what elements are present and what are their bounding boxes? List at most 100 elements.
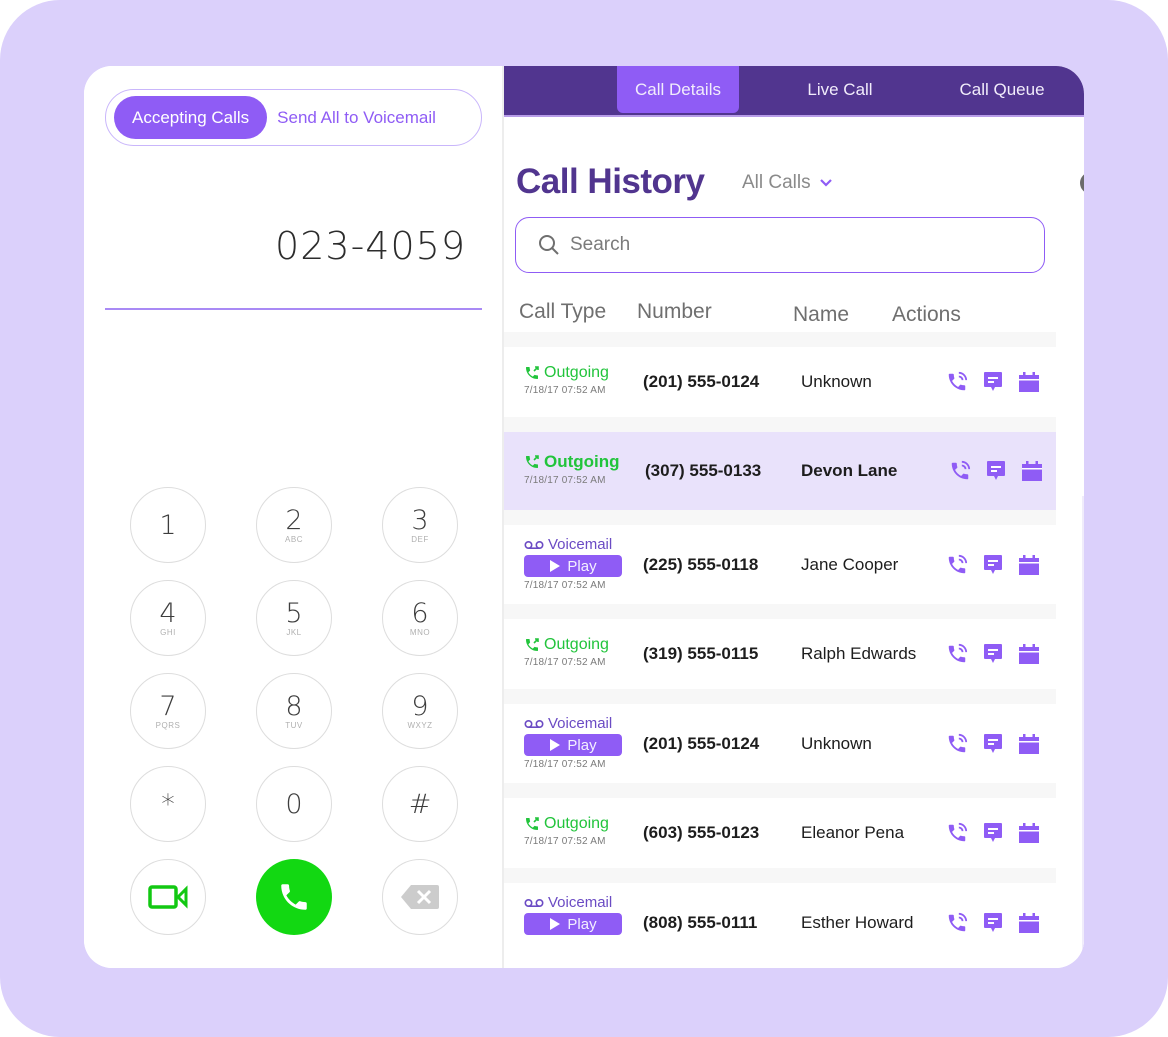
key-7[interactable]: 7 PQRS bbox=[130, 673, 206, 749]
key-5[interactable]: 5 JKL bbox=[256, 580, 332, 656]
play-voicemail-button[interactable]: Play bbox=[524, 913, 622, 935]
key-9[interactable]: 9 WXYZ bbox=[382, 673, 458, 749]
scrollbar[interactable] bbox=[1082, 496, 1084, 966]
schedule-button[interactable] bbox=[1018, 554, 1040, 576]
call-filter-dropdown[interactable]: All Calls bbox=[742, 172, 833, 194]
call-number[interactable]: (201) 555-0124 bbox=[643, 372, 759, 392]
row-separator bbox=[504, 689, 1056, 704]
calendar-icon bbox=[1019, 644, 1039, 664]
key-2[interactable]: 2 ABC bbox=[256, 487, 332, 563]
row-actions bbox=[946, 554, 1040, 576]
call-back-button[interactable] bbox=[946, 554, 968, 576]
call-type-text: Voicemail bbox=[548, 715, 613, 732]
call-back-button[interactable] bbox=[946, 733, 968, 755]
key-4[interactable]: 4 GHI bbox=[130, 580, 206, 656]
call-back-button[interactable] bbox=[946, 822, 968, 844]
call-timestamp: 7/18/17 07:52 AM bbox=[524, 475, 606, 486]
key-0[interactable]: 0 bbox=[256, 766, 332, 842]
key-8[interactable]: 8 TUV bbox=[256, 673, 332, 749]
dialer-panel: Accepting Calls Send All to Voicemail 02… bbox=[84, 66, 504, 968]
schedule-button[interactable] bbox=[1018, 371, 1040, 393]
schedule-button[interactable] bbox=[1018, 912, 1040, 934]
call-number[interactable]: (225) 555-0118 bbox=[643, 555, 758, 575]
avatar[interactable] bbox=[1080, 172, 1084, 194]
call-row[interactable]: Outgoing 7/18/17 07:52 AM (319) 555-0115 … bbox=[504, 619, 1056, 689]
message-button[interactable] bbox=[982, 643, 1004, 665]
outgoing-label: Outgoing bbox=[524, 364, 609, 382]
call-row[interactable]: Outgoing 7/18/17 07:52 AM (603) 555-0123 … bbox=[504, 798, 1056, 868]
message-button[interactable] bbox=[982, 912, 1004, 934]
call-status-toggle[interactable]: Accepting Calls Send All to Voicemail bbox=[105, 89, 482, 146]
play-voicemail-button[interactable]: Play bbox=[524, 734, 622, 756]
dialed-number-display[interactable]: 023-4059 bbox=[275, 224, 466, 268]
schedule-button[interactable] bbox=[1021, 460, 1043, 482]
row-separator bbox=[504, 332, 1056, 347]
call-row[interactable]: Voicemail Play 7/18/17 07:52 AM (225) 555-… bbox=[504, 525, 1056, 604]
video-call-button[interactable] bbox=[130, 859, 206, 935]
column-header-number[interactable]: Number bbox=[637, 300, 712, 324]
column-header-name[interactable]: Name bbox=[793, 303, 849, 327]
call-row[interactable]: Outgoing 7/18/17 07:52 AM (307) 555-0133 … bbox=[504, 432, 1056, 510]
caller-name: Devon Lane bbox=[801, 461, 898, 480]
key-digit: 5 bbox=[285, 597, 303, 629]
message-icon bbox=[987, 461, 1005, 480]
call-row[interactable]: Voicemail Play (808) 555-0111 Esther Howa… bbox=[504, 883, 1056, 962]
message-button[interactable] bbox=[982, 371, 1004, 393]
search-box[interactable] bbox=[515, 217, 1045, 273]
schedule-button[interactable] bbox=[1018, 822, 1040, 844]
call-number[interactable]: (201) 555-0124 bbox=[643, 734, 759, 754]
calendar-icon bbox=[1019, 372, 1039, 392]
accepting-calls-option[interactable]: Accepting Calls bbox=[114, 96, 268, 139]
call-timestamp: 7/18/17 07:52 AM bbox=[524, 385, 606, 396]
message-button[interactable] bbox=[982, 822, 1004, 844]
tab-live-call[interactable]: Live Call bbox=[780, 66, 900, 114]
key-1[interactable]: 1 bbox=[130, 487, 206, 563]
key-digit: 7 bbox=[159, 690, 177, 722]
send-all-to-voicemail-option[interactable]: Send All to Voicemail bbox=[267, 108, 436, 128]
row-actions bbox=[946, 733, 1040, 755]
call-back-icon bbox=[948, 822, 968, 842]
backspace-button[interactable] bbox=[382, 859, 458, 935]
play-voicemail-button[interactable]: Play bbox=[524, 555, 622, 577]
call-row[interactable]: Voicemail Play 7/18/17 07:52 AM (201) 555-… bbox=[504, 704, 1056, 783]
call-type-cell: Outgoing 7/18/17 07:52 AM bbox=[524, 636, 609, 668]
key-3[interactable]: 3 DEF bbox=[382, 487, 458, 563]
call-number[interactable]: (808) 555-0111 bbox=[643, 913, 757, 933]
voicemail-label: Voicemail bbox=[524, 715, 622, 732]
call-number[interactable]: (319) 555-0115 bbox=[643, 644, 758, 664]
voicemail-icon bbox=[524, 898, 544, 907]
call-button[interactable] bbox=[256, 859, 332, 935]
key-letters: JKL bbox=[286, 627, 302, 637]
schedule-button[interactable] bbox=[1018, 643, 1040, 665]
outgoing-call-icon bbox=[526, 366, 539, 379]
caller-name: Ralph Edwards bbox=[801, 644, 917, 663]
schedule-button[interactable] bbox=[1018, 733, 1040, 755]
message-button[interactable] bbox=[985, 460, 1007, 482]
message-button[interactable] bbox=[982, 554, 1004, 576]
call-number[interactable]: (603) 555-0123 bbox=[643, 823, 759, 843]
column-header-call-type[interactable]: Call Type bbox=[519, 300, 606, 324]
call-row[interactable]: Outgoing 7/18/17 07:52 AM (201) 555-0124 … bbox=[504, 347, 1056, 417]
call-number[interactable]: (307) 555-0133 bbox=[645, 461, 761, 481]
call-type-cell: Voicemail Play 7/18/17 07:52 AM bbox=[524, 536, 622, 591]
call-history-list: Outgoing 7/18/17 07:52 AM (201) 555-0124 … bbox=[504, 332, 1056, 962]
calendar-icon bbox=[1019, 912, 1039, 933]
call-back-button[interactable] bbox=[946, 371, 968, 393]
key-star[interactable]: * bbox=[130, 766, 206, 842]
message-button[interactable] bbox=[982, 733, 1004, 755]
tab-call-queue[interactable]: Call Queue bbox=[942, 66, 1062, 114]
key-6[interactable]: 6 MNO bbox=[382, 580, 458, 656]
call-back-button[interactable] bbox=[949, 460, 971, 482]
row-actions bbox=[946, 912, 1040, 934]
search-input[interactable] bbox=[570, 234, 1010, 256]
top-navigation: Call Details Live Call Call Queue bbox=[504, 66, 1084, 117]
row-separator bbox=[504, 510, 1056, 525]
voicemail-label: Voicemail bbox=[524, 536, 622, 553]
tab-call-details[interactable]: Call Details bbox=[617, 66, 739, 113]
filter-label: All Calls bbox=[742, 172, 811, 193]
call-back-button[interactable] bbox=[946, 643, 968, 665]
call-back-button[interactable] bbox=[946, 912, 968, 934]
play-icon bbox=[550, 918, 561, 930]
key-hash[interactable]: # bbox=[382, 766, 458, 842]
message-icon bbox=[984, 554, 1002, 574]
